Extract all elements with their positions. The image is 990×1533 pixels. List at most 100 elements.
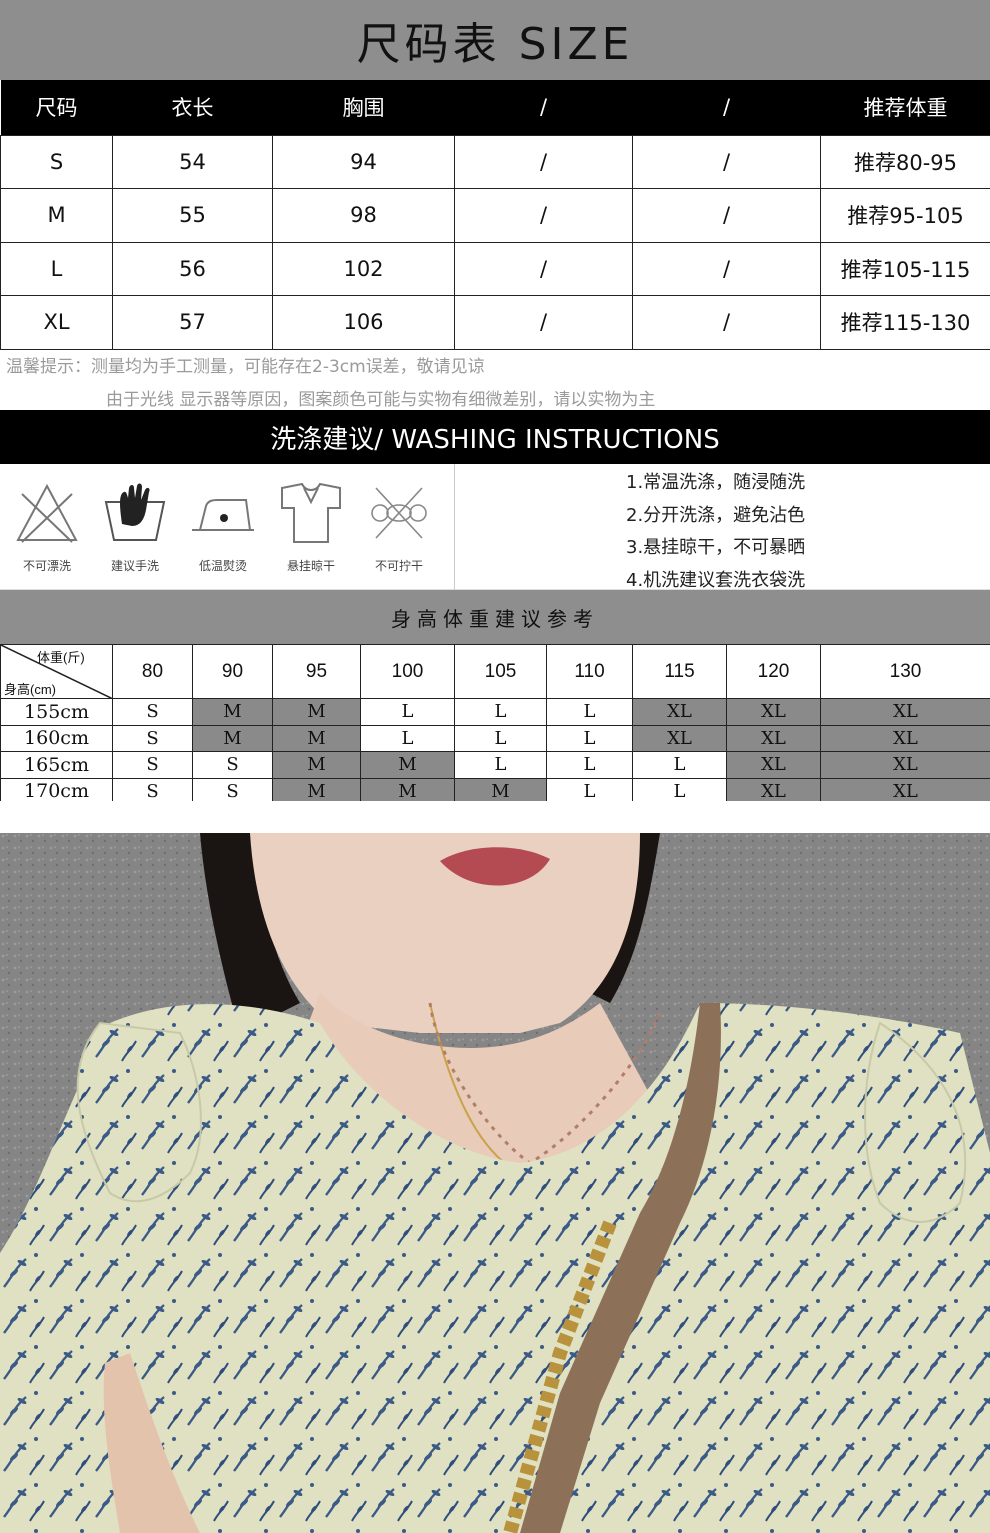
size-cell: M [0,188,113,243]
size-cell: M [454,777,547,801]
weight-header-cell: 120 [726,644,821,699]
size-cell: L [454,724,547,752]
length-cell: 56 [112,241,273,296]
model-photo-illustration [0,833,990,1533]
weight-header-cell: 100 [360,644,455,699]
no-bleach-icon [16,483,78,543]
header-cell: 尺码 [0,80,113,135]
instruction-item: 2.分开洗涤，避免沾色 [626,505,806,526]
height-cell: 160cm [0,724,113,752]
no-wring-icon [371,487,427,539]
size-cell: XL [820,751,990,779]
table-row: M 55 98 / / 推荐95-105 [0,188,990,243]
size-cell: M [192,724,273,752]
header-cell: / [454,80,633,135]
table-row: 155cm S M M L L L XL XL XL [0,698,990,726]
instruction-item: 4.机洗建议套洗衣袋洗 [626,570,806,591]
blank-cell: / [632,241,821,296]
size-cell: XL [726,751,821,779]
size-cell: M [192,698,273,726]
corner-cell: 体重(斤) 身高(cm) [0,644,113,699]
size-cell: S [0,134,113,189]
height-weight-table-wrapper: 体重(斤) 身高(cm) 80 90 95 100 105 110 115 12… [0,644,990,801]
weight-header-cell: 130 [820,644,990,699]
size-cell: XL [632,698,727,726]
size-cell: L [632,751,727,779]
height-weight-title-bar: 身高体重建议参考 [0,590,990,644]
weight-header-cell: 105 [454,644,547,699]
size-chart-title: 尺码表 SIZE [356,19,634,70]
header-cell: 胸围 [272,80,455,135]
instruction-item: 1.常温洗涤，随浸随洗 [626,472,806,493]
weight-header-cell: 90 [192,644,273,699]
size-cell: M [360,777,455,801]
blank-cell: / [632,188,821,243]
color-note: 由于光线 显示器等原因，图案颜色可能与实物有细微差别，请以实物为主 [106,390,656,410]
header-cell: 衣长 [112,80,273,135]
size-cell: L [546,777,633,801]
washing-title-bar: 洗涤建议/ WASHING INSTRUCTIONS [0,410,990,464]
size-cell: S [112,777,193,801]
size-cell: XL [820,698,990,726]
product-photo [0,833,990,1533]
measurement-note: 温馨提示：测量均为手工测量，可能存在2-3cm误差，敬请见谅 [6,357,485,377]
size-cell: L [0,241,113,296]
table-row: S 54 94 / / 推荐80-95 [0,134,990,189]
table-row: 160cm S M M L L L XL XL XL [0,724,990,752]
blank-cell: / [454,188,633,243]
corner-height-label: 身高(cm) [4,682,56,697]
weight-cell: 推荐105-115 [820,241,990,296]
washing-title: 洗涤建议/ WASHING INSTRUCTIONS [270,424,720,455]
weight-cell: 推荐115-130 [820,295,990,350]
size-chart-title-bar: 尺码表 SIZE [0,0,990,80]
bust-cell: 102 [272,241,455,296]
height-cell: 155cm [0,698,113,726]
hand-wash-icon [104,483,166,541]
hang-dry-icon [281,482,341,543]
bust-cell: 98 [272,188,455,243]
blank-cell: / [454,295,633,350]
size-cell: M [272,777,361,801]
hand-wash-label: 建议手洗 [110,559,159,573]
weight-header-cell: 80 [112,644,193,699]
size-cell: L [546,751,633,779]
header-cell: 推荐体重 [820,80,990,135]
bust-cell: 106 [272,295,455,350]
size-cell: L [360,724,455,752]
length-cell: 54 [112,134,273,189]
size-cell: XL [632,724,727,752]
size-cell: XL [820,777,990,801]
weight-header-cell: 95 [272,644,361,699]
size-cell: L [360,698,455,726]
table-row: 165cm S S M M L L L XL XL [0,751,990,779]
length-cell: 55 [112,188,273,243]
hang-dry-label: 悬挂晾干 [286,559,335,573]
instruction-item: 3.悬挂晾干，不可暴晒 [626,537,806,558]
low-iron-label: 低温熨烫 [198,559,247,573]
weight-header-cell: 115 [632,644,727,699]
size-cell: XL [726,698,821,726]
size-cell: XL [0,295,113,350]
size-cell: L [546,698,633,726]
size-cell: M [360,751,455,779]
size-cell: M [272,751,361,779]
no-wring-label: 不可拧干 [374,559,423,573]
size-cell: XL [726,724,821,752]
weight-header-cell: 110 [546,644,633,699]
size-cell: S [192,777,273,801]
table-row: 170cm S S M M M L L XL XL [0,777,990,801]
size-cell: M [272,698,361,726]
weight-header-row: 体重(斤) 身高(cm) 80 90 95 100 105 110 115 12… [0,644,990,699]
height-weight-title: 身高体重建议参考 [391,606,599,631]
size-table-header: 尺码 衣长 胸围 / / 推荐体重 [0,80,990,135]
size-cell: L [454,698,547,726]
size-cell: L [454,751,547,779]
size-cell: S [192,751,273,779]
blank-cell: / [454,134,633,189]
washing-icons-area: 不可漂洗 建议手洗 低温熨烫 悬挂晾干 不可拧干 [0,464,990,590]
size-table: 尺码 衣长 胸围 / / 推荐体重 S 54 94 / / 推荐80-95 M … [0,80,990,350]
size-cell: M [272,724,361,752]
bust-cell: 94 [272,134,455,189]
no-bleach-label: 不可漂洗 [22,559,71,573]
table-row: L 56 102 / / 推荐105-115 [0,241,990,296]
